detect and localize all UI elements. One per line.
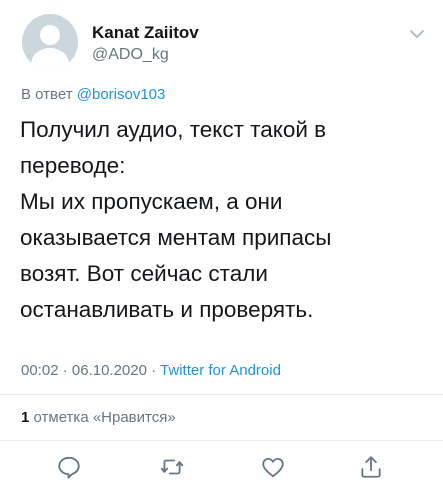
likes-label: отметка «Нравится» [33,409,176,426]
tweet-text-line: Мы их пропускаем, а они [20,189,283,214]
tweet-meta: 00:02 · 06.10.2020 · Twitter for Android [21,362,281,379]
reply-prefix: В ответ [21,86,73,103]
tweet-source-link[interactable]: Twitter for Android [160,362,281,379]
avatar-head-shape [40,25,60,45]
user-name[interactable]: Kanat Zaiitov [92,23,199,43]
tweet-text-line: оказывается ментам припасы [20,225,332,250]
tweet-card: Kanat Zaiitov @ADO_kg В ответ @borisov10… [0,0,443,500]
divider [0,440,443,441]
meta-separator: · [62,362,68,379]
retweet-icon[interactable] [159,454,185,480]
user-handle[interactable]: @ADO_kg [92,46,169,64]
chevron-down-icon[interactable] [407,24,427,44]
tweet-time[interactable]: 00:02 [21,362,59,379]
reply-context: В ответ @borisov103 [21,86,165,103]
share-icon[interactable] [358,454,384,480]
likes-count[interactable]: 1 отметка «Нравится» [21,409,176,426]
meta-separator: · [151,362,157,379]
avatar[interactable] [22,14,78,70]
tweet-date[interactable]: 06.10.2020 [72,362,147,379]
divider [0,394,443,395]
tweet-text-line: Получил аудио, текст такой в [20,117,327,142]
tweet-text-line: останавливать и проверять. [20,297,314,322]
tweet-text: Получил аудио, текст такой в переводе: М… [20,112,430,328]
likes-number: 1 [21,409,30,426]
like-icon[interactable] [260,454,286,480]
reply-mention-link[interactable]: @borisov103 [77,86,166,103]
tweet-text-line: переводе: [20,153,126,178]
tweet-text-line: возят. Вот сейчас стали [20,261,268,286]
avatar-body-shape [31,48,69,70]
reply-icon[interactable] [56,454,82,480]
